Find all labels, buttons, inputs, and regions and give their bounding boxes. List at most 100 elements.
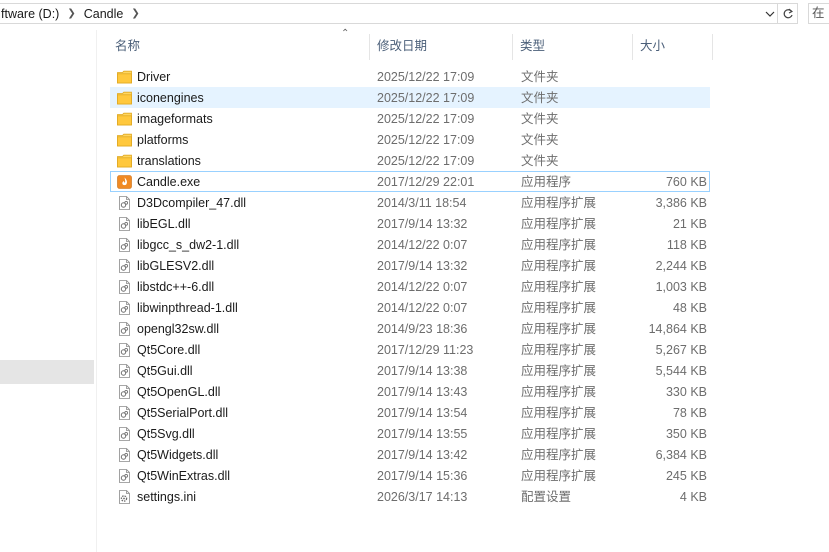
folder-icon bbox=[117, 70, 132, 84]
file-type: 应用程序扩展 bbox=[521, 427, 597, 441]
file-date: 2026/3/17 14:13 bbox=[377, 490, 468, 504]
file-type: 应用程序扩展 bbox=[521, 196, 597, 210]
file-name: libGLESV2.dll bbox=[137, 259, 215, 273]
file-type: 应用程序扩展 bbox=[521, 364, 597, 378]
file-name: translations bbox=[137, 154, 201, 168]
file-type: 应用程序扩展 bbox=[521, 238, 597, 252]
file-date: 2017/9/14 13:43 bbox=[377, 385, 468, 399]
dll-file-icon bbox=[117, 259, 132, 273]
dll-file-icon bbox=[117, 448, 132, 462]
file-date: 2025/12/22 17:09 bbox=[377, 133, 475, 147]
dll-file-icon bbox=[117, 217, 132, 231]
file-row[interactable]: Qt5SerialPort.dll 2017/9/14 13:54 应用程序扩展 78… bbox=[110, 402, 710, 423]
file-type: 应用程序扩展 bbox=[521, 448, 597, 462]
folder-icon bbox=[117, 112, 132, 126]
file-row[interactable]: Candle.exe 2017/12/29 22:01 应用程序 760 KB bbox=[110, 171, 710, 192]
file-date: 2025/12/22 17:09 bbox=[377, 91, 475, 105]
file-type: 应用程序扩展 bbox=[521, 469, 597, 483]
chevron-right-icon[interactable]: ❯ bbox=[127, 8, 143, 19]
file-date: 2017/9/14 13:42 bbox=[377, 448, 468, 462]
address-history-dropdown[interactable] bbox=[763, 4, 777, 23]
file-name: libgcc_s_dw2-1.dll bbox=[137, 238, 240, 252]
file-size: 4 KB bbox=[679, 490, 707, 504]
nav-selected-item[interactable] bbox=[0, 360, 94, 384]
dll-file-icon bbox=[117, 196, 132, 210]
file-size: 5,544 KB bbox=[655, 364, 707, 378]
address-bar[interactable]: ftware (D:) ❯ Candle ❯ bbox=[0, 3, 778, 24]
file-size: 3,386 KB bbox=[655, 196, 707, 210]
dll-file-icon bbox=[117, 238, 132, 252]
file-name: Driver bbox=[137, 70, 171, 84]
file-row[interactable]: iconengines 2025/12/22 17:09 文件夹 bbox=[110, 87, 710, 108]
file-size: 350 KB bbox=[665, 427, 707, 441]
file-row[interactable]: libEGL.dll 2017/9/14 13:32 应用程序扩展 21 KB bbox=[110, 213, 710, 234]
column-header-type[interactable]: 类型 bbox=[512, 30, 632, 62]
file-type: 文件夹 bbox=[521, 154, 559, 168]
dll-file-icon bbox=[117, 364, 132, 378]
breadcrumb-candle[interactable]: Candle bbox=[80, 7, 128, 21]
search-input[interactable]: 在 bbox=[808, 3, 829, 24]
candle-app-icon bbox=[117, 175, 132, 189]
dll-file-icon bbox=[117, 343, 132, 357]
refresh-icon bbox=[783, 8, 793, 18]
file-type: 应用程序扩展 bbox=[521, 406, 597, 420]
file-date: 2025/12/22 17:09 bbox=[377, 112, 475, 126]
ini-file-icon bbox=[117, 490, 132, 504]
file-list: Driver 2025/12/22 17:09 文件夹 iconengines 2025… bbox=[110, 66, 710, 507]
file-name: Qt5Gui.dll bbox=[137, 364, 193, 378]
file-row[interactable]: libGLESV2.dll 2017/9/14 13:32 应用程序扩展 2,244 … bbox=[110, 255, 710, 276]
navigation-pane[interactable] bbox=[0, 30, 97, 552]
file-row[interactable]: Qt5Gui.dll 2017/9/14 13:38 应用程序扩展 5,544 KB bbox=[110, 360, 710, 381]
breadcrumb-drive[interactable]: ftware (D:) bbox=[0, 7, 63, 21]
file-date: 2014/12/22 0:07 bbox=[377, 238, 468, 252]
file-row[interactable]: Qt5WinExtras.dll 2017/9/14 15:36 应用程序扩展 245… bbox=[110, 465, 710, 486]
folder-icon bbox=[117, 91, 132, 105]
file-row[interactable]: Qt5Widgets.dll 2017/9/14 13:42 应用程序扩展 6,384… bbox=[110, 444, 710, 465]
file-date: 2025/12/22 17:09 bbox=[377, 154, 475, 168]
file-name: libEGL.dll bbox=[137, 217, 191, 231]
file-type: 应用程序 bbox=[521, 175, 572, 189]
chevron-down-icon bbox=[765, 11, 775, 17]
file-row[interactable]: opengl32sw.dll 2014/9/23 18:36 应用程序扩展 14,86… bbox=[110, 318, 710, 339]
file-type: 文件夹 bbox=[521, 133, 559, 147]
file-size: 1,003 KB bbox=[655, 280, 707, 294]
file-row[interactable]: libwinpthread-1.dll 2014/12/22 0:07 应用程序扩展… bbox=[110, 297, 710, 318]
file-row[interactable]: Qt5Core.dll 2017/12/29 11:23 应用程序扩展 5,267 K… bbox=[110, 339, 710, 360]
file-type: 文件夹 bbox=[521, 91, 559, 105]
file-row[interactable]: translations 2025/12/22 17:09 文件夹 bbox=[110, 150, 710, 171]
file-row[interactable]: platforms 2025/12/22 17:09 文件夹 bbox=[110, 129, 710, 150]
file-size: 78 KB bbox=[672, 406, 707, 420]
file-row[interactable]: imageformats 2025/12/22 17:09 文件夹 bbox=[110, 108, 710, 129]
file-row[interactable]: Driver 2025/12/22 17:09 文件夹 bbox=[110, 66, 710, 87]
file-type: 配置设置 bbox=[521, 490, 572, 504]
file-row[interactable]: libstdc++-6.dll 2014/12/22 0:07 应用程序扩展 1,00… bbox=[110, 276, 710, 297]
file-name: libstdc++-6.dll bbox=[137, 280, 215, 294]
file-row[interactable]: D3Dcompiler_47.dll 2014/3/11 18:54 应用程序扩展 3… bbox=[110, 192, 710, 213]
file-name: D3Dcompiler_47.dll bbox=[137, 196, 247, 210]
column-header-name[interactable]: 名称 bbox=[107, 30, 369, 62]
file-date: 2014/3/11 18:54 bbox=[377, 196, 467, 210]
file-type: 应用程序扩展 bbox=[521, 301, 597, 315]
refresh-button[interactable] bbox=[778, 3, 798, 24]
file-size: 14,864 KB bbox=[648, 322, 707, 336]
file-name: libwinpthread-1.dll bbox=[137, 301, 238, 315]
file-name: Qt5SerialPort.dll bbox=[137, 406, 229, 420]
column-divider[interactable] bbox=[712, 34, 713, 60]
file-date: 2014/9/23 18:36 bbox=[377, 322, 468, 336]
address-toolbar: ftware (D:) ❯ Candle ❯ 在 bbox=[0, 0, 829, 30]
file-size: 21 KB bbox=[672, 217, 707, 231]
file-date: 2017/9/14 13:38 bbox=[377, 364, 468, 378]
file-row[interactable]: libgcc_s_dw2-1.dll 2014/12/22 0:07 应用程序扩展 1… bbox=[110, 234, 710, 255]
dll-file-icon bbox=[117, 301, 132, 315]
file-row[interactable]: settings.ini 2026/3/17 14:13 配置设置 4 KB bbox=[110, 486, 710, 507]
column-header-size[interactable]: 大小 bbox=[632, 30, 712, 62]
file-date: 2017/9/14 15:36 bbox=[377, 469, 468, 483]
file-name: settings.ini bbox=[137, 490, 197, 504]
file-name: Candle.exe bbox=[137, 175, 201, 189]
column-header-date[interactable]: 修改日期 bbox=[369, 30, 512, 62]
file-name: imageformats bbox=[137, 112, 213, 126]
file-row[interactable]: Qt5OpenGL.dll 2017/9/14 13:43 应用程序扩展 330 KB bbox=[110, 381, 710, 402]
chevron-right-icon[interactable]: ❯ bbox=[63, 8, 79, 19]
file-size: 330 KB bbox=[665, 385, 707, 399]
file-row[interactable]: Qt5Svg.dll 2017/9/14 13:55 应用程序扩展 350 KB bbox=[110, 423, 710, 444]
